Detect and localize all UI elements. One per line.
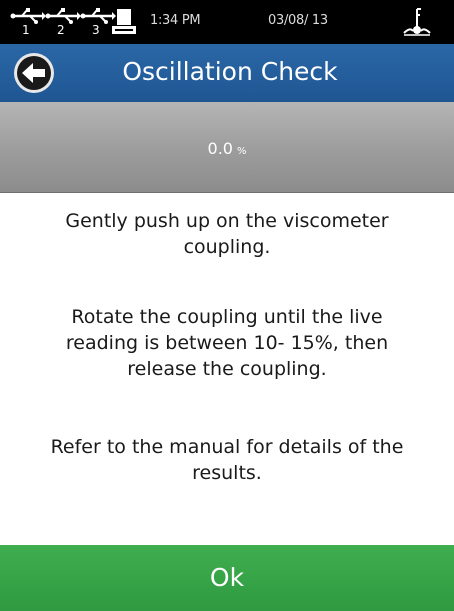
reading-unit: %: [236, 146, 247, 157]
usb-port-3: 3: [80, 7, 116, 37]
usb-port-number: 3: [92, 23, 100, 37]
instruction-rotate: Rotate the coupling until the live readi…: [65, 306, 389, 380]
instruction-refer-manual: Refer to the manual for details of the r…: [50, 436, 404, 484]
ok-button-label: Ok: [209, 563, 245, 592]
live-reading: 0.0%: [0, 139, 454, 158]
usb-port-1: 1: [10, 7, 46, 37]
status-time: 1:34 PM: [150, 13, 201, 28]
level-icon: [403, 8, 431, 36]
page-title: Oscillation Check: [122, 57, 338, 86]
title-bar: Oscillation Check: [0, 44, 454, 102]
usb-port-2: 2: [45, 7, 81, 37]
instruction-push-up: Gently push up on the viscometer couplin…: [65, 210, 389, 258]
live-reading-panel: 0.0%: [0, 102, 454, 193]
status-bar: 1 2 3 1:34 PM 03/08/ 13: [0, 0, 454, 44]
status-date: 03/08/ 13: [268, 13, 328, 28]
ok-button[interactable]: Ok: [0, 545, 454, 611]
reading-value: 0.0: [207, 139, 233, 158]
usb-port-number: 1: [22, 23, 30, 37]
printer-icon: [112, 9, 136, 34]
usb-port-number: 2: [57, 23, 65, 37]
